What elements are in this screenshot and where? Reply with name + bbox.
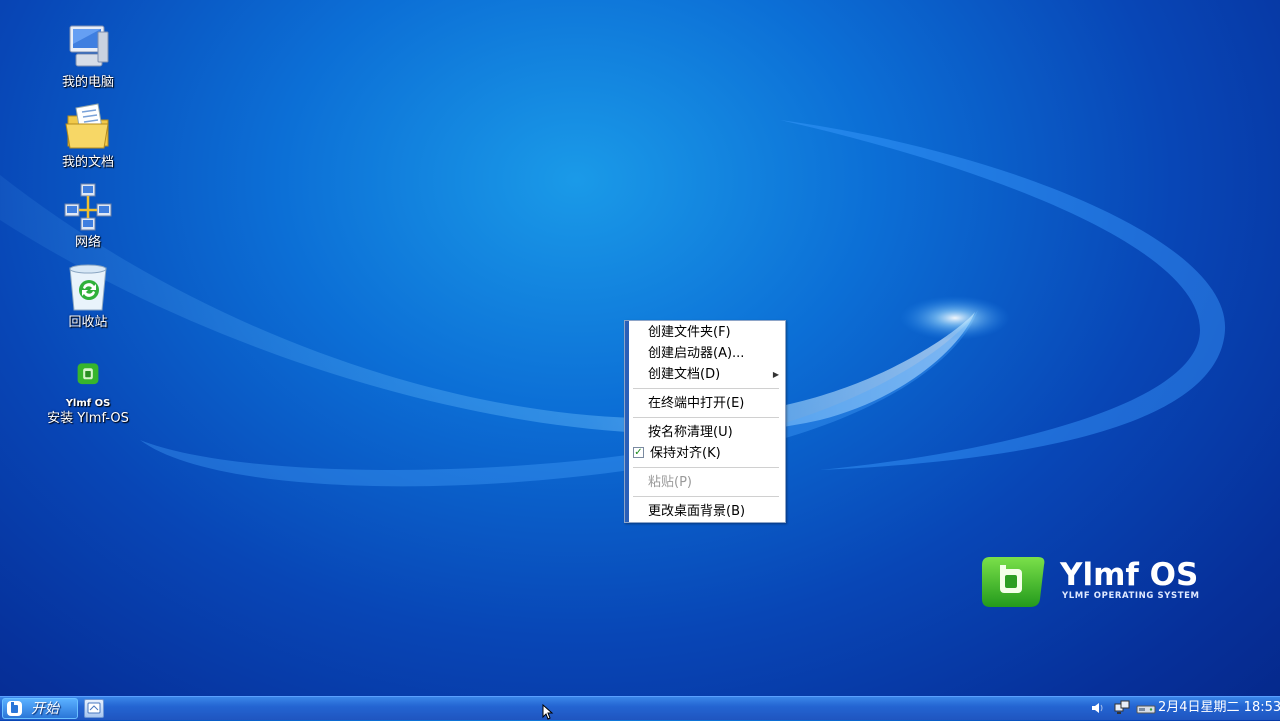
menu-item-create-document[interactable]: 创建文档(D) ▶ [629,364,785,385]
desktop[interactable]: 我的电脑 我的文档 网络 回收站 Ylmf OS 安装 Ylmf-OS Ylmf… [0,0,1280,696]
my-documents-icon [65,103,109,149]
desktop-icon-label: 安装 Ylmf-OS [47,411,129,426]
menu-item-paste: 粘贴(P) [629,472,785,493]
menu-item-label: 在终端中打开(E) [648,396,745,411]
desktop-icon-label: 回收站 [68,315,108,330]
start-label: 开始 [31,701,59,717]
taskbar-clock[interactable]: 2月4日星期二 18:53 [1158,697,1280,719]
install-ylmf-icon [77,363,99,385]
ylmf-logo-icon [982,557,1045,607]
desktop-icon-network[interactable]: 网络 [28,182,148,251]
menu-separator [633,388,779,389]
logo-tagline: YLMF OPERATING SYSTEM [1062,591,1200,601]
desktop-icon-label: 我的电脑 [61,75,114,90]
menu-item-open-terminal[interactable]: 在终端中打开(E) [629,393,785,414]
submenu-arrow-icon: ▶ [772,370,779,379]
removable-drive-icon[interactable] [1136,700,1156,716]
volume-icon[interactable] [1090,700,1106,716]
taskbar: 开始 2月4日星期二 18:53 [0,696,1280,720]
start-button[interactable]: 开始 [2,698,78,719]
menu-item-label: 粘贴(P) [648,475,692,490]
menu-item-create-folder[interactable]: 创建文件夹(F) [629,322,785,343]
logo-name: Ylmf OS [1060,557,1199,593]
desktop-icon-my-documents[interactable]: 我的文档 [28,102,148,171]
menu-item-change-background[interactable]: 更改桌面背景(B) [629,501,785,522]
desktop-icon-my-computer[interactable]: 我的电脑 [28,22,148,91]
my-computer-icon [69,25,109,67]
menu-separator [633,467,779,468]
menu-item-label: 保持对齐(K) [650,446,721,461]
menu-item-label: 创建文档(D) [648,367,721,382]
desktop-icon-install-ylmf[interactable]: Ylmf OS 安装 Ylmf-OS [28,362,148,427]
network-icon [64,183,112,231]
menu-separator [633,417,779,418]
menu-item-create-launcher[interactable]: 创建启动器(A)... [629,343,785,364]
menu-item-keep-aligned[interactable]: ✓ 保持对齐(K) [629,443,785,464]
menu-item-label: 创建文件夹(F) [648,325,731,340]
desktop-icon-label: 我的文档 [61,155,114,170]
start-menu-icon [7,701,22,716]
ylmf-os-logo: Ylmf OS YLMF OPERATING SYSTEM [978,555,1228,615]
show-desktop-button[interactable] [84,699,104,718]
desktop-icon-recycle-bin[interactable]: 回收站 [28,262,148,331]
recycle-bin-icon [69,264,107,311]
menu-item-label: 按名称清理(U) [648,425,733,440]
menu-item-clean-by-name[interactable]: 按名称清理(U) [629,422,785,443]
mouse-cursor-icon [542,704,554,720]
install-ylmf-badge: Ylmf OS [65,398,111,409]
show-desktop-icon [87,702,101,714]
menu-item-label: 更改桌面背景(B) [648,504,746,519]
menu-separator [633,496,779,497]
checkbox-checked-icon[interactable]: ✓ [633,447,644,458]
network-status-icon[interactable] [1114,700,1130,716]
desktop-icon-label: 网络 [74,235,101,250]
menu-item-label: 创建启动器(A)... [648,346,745,361]
desktop-context-menu: 创建文件夹(F) 创建启动器(A)... 创建文档(D) ▶ 在终端中打开(E)… [624,320,786,523]
